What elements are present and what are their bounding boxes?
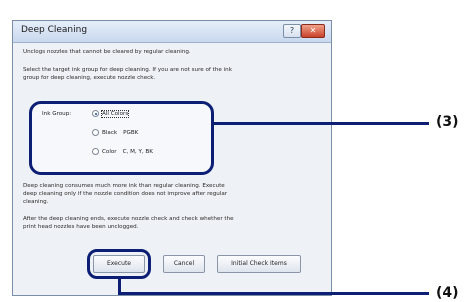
radio-color[interactable]: Color C, M, Y, BK — [92, 148, 153, 155]
warning-line-3: cleaning. — [23, 199, 49, 205]
title-bar: Deep Cleaning ? ✕ — [13, 21, 331, 43]
callout-label-group: (3) — [436, 114, 459, 130]
radio-all-colors[interactable]: All Colors — [92, 109, 134, 118]
option-label: Black — [102, 129, 118, 136]
close-button[interactable]: ✕ — [301, 24, 325, 38]
dialog-title: Deep Cleaning — [21, 25, 88, 35]
after-line-2: print head nozzles have been unclogged. — [23, 224, 139, 230]
warning-line-2: deep cleaning only if the nozzle conditi… — [23, 191, 228, 197]
ink-group-box: Ink Group: All Colors Black PGBK Color C… — [29, 101, 214, 175]
select-prompt-line-1: Select the target ink group for deep cle… — [23, 67, 232, 73]
deep-cleaning-dialog: Deep Cleaning ? ✕ Unclogs nozzles that c… — [12, 20, 332, 296]
select-prompt-line-2: group for deep cleaning, execute nozzle … — [23, 75, 156, 81]
option-label: All Colors — [100, 109, 130, 118]
cancel-button[interactable]: Cancel — [163, 255, 205, 273]
execute-highlight — [87, 249, 151, 279]
warning-line-1: Deep cleaning consumes much more ink tha… — [23, 183, 225, 189]
option-colors: C, M, Y, BK — [122, 148, 153, 155]
option-colors: PGBK — [123, 129, 139, 136]
radio-button[interactable] — [92, 110, 99, 117]
radio-button[interactable] — [92, 148, 99, 155]
callout-line-execute-horizontal — [118, 292, 429, 295]
initial-check-items-button[interactable]: Initial Check Items — [217, 255, 301, 273]
radio-button[interactable] — [92, 129, 99, 136]
help-button[interactable]: ? — [283, 24, 301, 38]
after-line-1: After the deep cleaning ends, execute no… — [23, 216, 234, 222]
ink-group-label: Ink Group: — [42, 111, 72, 117]
callout-label-execute: (4) — [436, 285, 459, 301]
callout-line-group — [213, 122, 429, 125]
radio-black[interactable]: Black PGBK — [92, 129, 138, 136]
intro-text: Unclogs nozzles that cannot be cleared b… — [23, 49, 191, 55]
option-label: Color — [102, 148, 117, 155]
